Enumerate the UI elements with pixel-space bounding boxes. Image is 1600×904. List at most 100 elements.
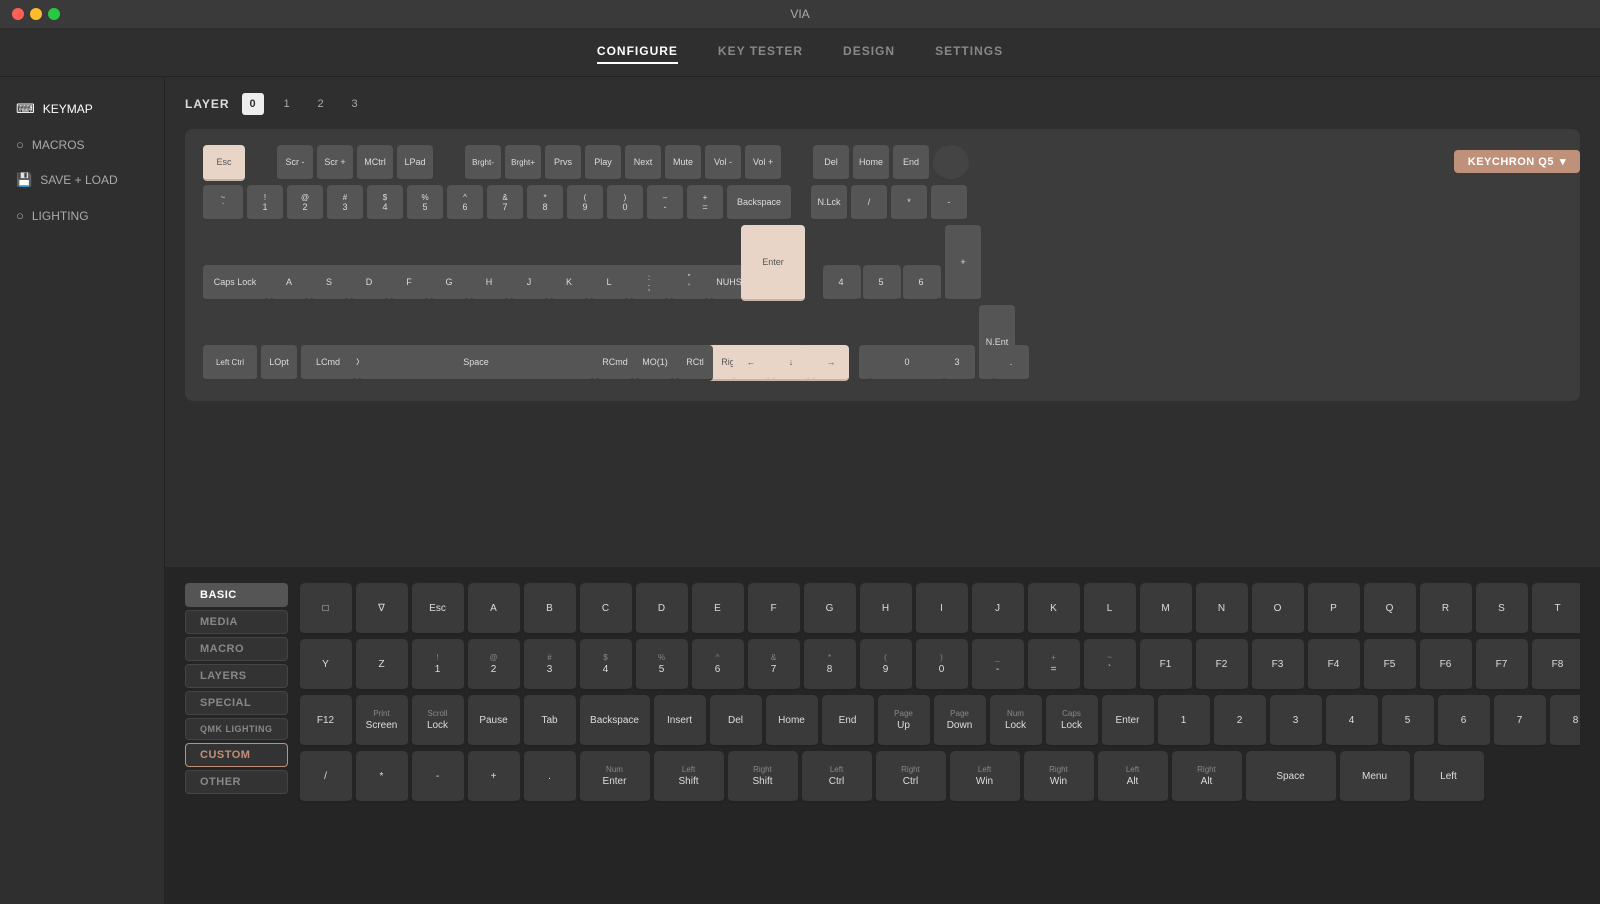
picker-key-underscore-minus[interactable]: _- bbox=[972, 639, 1024, 691]
cat-qmk-lighting[interactable]: QMK LIGHTING bbox=[185, 718, 288, 740]
key-rcmd[interactable]: RCmd bbox=[597, 345, 633, 381]
key-h[interactable]: H bbox=[471, 265, 507, 301]
layer-3[interactable]: 3 bbox=[344, 93, 366, 115]
picker-key-f12[interactable]: F12 bbox=[300, 695, 352, 747]
layer-1[interactable]: 1 bbox=[276, 93, 298, 115]
picker-key-f8[interactable]: F8 bbox=[1532, 639, 1581, 691]
picker-key-n[interactable]: N bbox=[1196, 583, 1248, 635]
key-lopt[interactable]: LOpt bbox=[261, 345, 297, 381]
layer-2[interactable]: 2 bbox=[310, 93, 332, 115]
key-brght-plus[interactable]: Brght+ bbox=[505, 145, 541, 181]
key-4[interactable]: $4 bbox=[367, 185, 403, 221]
tab-settings[interactable]: SETTINGS bbox=[935, 40, 1003, 64]
picker-key-num-4[interactable]: 4 bbox=[1326, 695, 1378, 747]
picker-key-num-6[interactable]: 6 bbox=[1438, 695, 1490, 747]
key-0[interactable]: )0 bbox=[607, 185, 643, 221]
key-d[interactable]: D bbox=[351, 265, 387, 301]
key-8[interactable]: *8 bbox=[527, 185, 563, 221]
key-scr-plus[interactable]: Scr + bbox=[317, 145, 353, 181]
picker-key-f4[interactable]: F4 bbox=[1308, 639, 1360, 691]
key-home-fn[interactable]: Home bbox=[853, 145, 889, 181]
key-equals[interactable]: += bbox=[687, 185, 723, 221]
picker-key-num-8[interactable]: 8 bbox=[1550, 695, 1581, 747]
picker-key-excl-1[interactable]: !1 bbox=[412, 639, 464, 691]
picker-key-left-ctrl[interactable]: LeftCtrl bbox=[802, 751, 872, 803]
picker-key-f5[interactable]: F5 bbox=[1364, 639, 1416, 691]
picker-key-star-8[interactable]: *8 bbox=[804, 639, 856, 691]
key-1[interactable]: !1 bbox=[247, 185, 283, 221]
key-esc[interactable]: Esc bbox=[203, 145, 245, 181]
picker-key-right-alt[interactable]: RightAlt bbox=[1172, 751, 1242, 803]
minimize-button[interactable] bbox=[30, 8, 42, 20]
key-num-dot[interactable]: . bbox=[993, 345, 1029, 381]
tab-configure[interactable]: CONFIGURE bbox=[597, 40, 678, 64]
picker-key-m[interactable]: M bbox=[1140, 583, 1192, 635]
picker-key-num-minus[interactable]: - bbox=[412, 751, 464, 803]
key-capslock[interactable]: Caps Lock bbox=[203, 265, 267, 301]
picker-key-print-screen[interactable]: PrintScreen bbox=[356, 695, 408, 747]
sidebar-item-save-load[interactable]: 💾 SAVE + LOAD bbox=[0, 164, 164, 196]
picker-key-b[interactable]: B bbox=[524, 583, 576, 635]
key-backspace[interactable]: Backspace bbox=[727, 185, 791, 221]
picker-key-page-up[interactable]: PageUp bbox=[878, 695, 930, 747]
key-3[interactable]: #3 bbox=[327, 185, 363, 221]
picker-key-t[interactable]: T bbox=[1532, 583, 1581, 635]
close-button[interactable] bbox=[12, 8, 24, 20]
picker-key-tilde-backtick[interactable]: ~` bbox=[1084, 639, 1136, 691]
cat-basic[interactable]: BASIC bbox=[185, 583, 288, 607]
picker-key-f6[interactable]: F6 bbox=[1420, 639, 1472, 691]
tab-design[interactable]: DESIGN bbox=[843, 40, 895, 64]
picker-key-caret-6[interactable]: ^6 bbox=[692, 639, 744, 691]
picker-key-right-ctrl[interactable]: RightCtrl bbox=[876, 751, 946, 803]
picker-key-j[interactable]: J bbox=[972, 583, 1024, 635]
key-6[interactable]: ^6 bbox=[447, 185, 483, 221]
key-mute[interactable]: Mute bbox=[665, 145, 701, 181]
key-l[interactable]: L bbox=[591, 265, 627, 301]
key-next[interactable]: Next bbox=[625, 145, 661, 181]
key-num-0[interactable]: 0 bbox=[869, 345, 945, 381]
picker-key-num-1[interactable]: 1 bbox=[1158, 695, 1210, 747]
layer-0[interactable]: 0 bbox=[242, 93, 264, 115]
picker-key-l[interactable]: L bbox=[1084, 583, 1136, 635]
key-tilde[interactable]: ~` bbox=[203, 185, 243, 221]
picker-key-f[interactable]: F bbox=[748, 583, 800, 635]
picker-key-backspace[interactable]: Backspace bbox=[580, 695, 650, 747]
picker-key-num-3[interactable]: 3 bbox=[1270, 695, 1322, 747]
picker-key-caps-lock[interactable]: CapsLock bbox=[1046, 695, 1098, 747]
key-num-4[interactable]: 4 bbox=[823, 265, 859, 301]
picker-key-num-slash[interactable]: / bbox=[300, 751, 352, 803]
picker-key-num-2[interactable]: 2 bbox=[1214, 695, 1266, 747]
maximize-button[interactable] bbox=[48, 8, 60, 20]
key-prvs[interactable]: Prvs bbox=[545, 145, 581, 181]
picker-key-del[interactable]: Del bbox=[710, 695, 762, 747]
cat-custom[interactable]: CUSTOM bbox=[185, 743, 288, 767]
picker-key-end[interactable]: End bbox=[822, 695, 874, 747]
key-7[interactable]: &7 bbox=[487, 185, 523, 221]
picker-key-num-7[interactable]: 7 bbox=[1494, 695, 1546, 747]
key-rctl[interactable]: RCtl bbox=[677, 345, 713, 381]
picker-key-k[interactable]: K bbox=[1028, 583, 1080, 635]
picker-key-left-alt[interactable]: LeftAlt bbox=[1098, 751, 1168, 803]
picker-key-y[interactable]: Y bbox=[300, 639, 352, 691]
key-quote[interactable]: "' bbox=[671, 265, 707, 301]
picker-key-pause[interactable]: Pause bbox=[468, 695, 520, 747]
picker-key-at-2[interactable]: @2 bbox=[468, 639, 520, 691]
picker-key-q[interactable]: Q bbox=[1364, 583, 1416, 635]
key-play[interactable]: Play bbox=[585, 145, 621, 181]
picker-key-left-win[interactable]: LeftWin bbox=[950, 751, 1020, 803]
picker-key-menu[interactable]: Menu bbox=[1340, 751, 1410, 803]
key-a[interactable]: A bbox=[271, 265, 307, 301]
picker-key-r[interactable]: R bbox=[1420, 583, 1472, 635]
key-enter[interactable]: Enter bbox=[741, 225, 805, 301]
picker-key-dollar-4[interactable]: $4 bbox=[580, 639, 632, 691]
picker-key-num-lock[interactable]: NumLock bbox=[990, 695, 1042, 747]
key-5[interactable]: %5 bbox=[407, 185, 443, 221]
key-s[interactable]: S bbox=[311, 265, 347, 301]
key-num-plus[interactable]: + bbox=[945, 225, 981, 301]
picker-key-num-star[interactable]: * bbox=[356, 751, 408, 803]
picker-key-empty[interactable]: □ bbox=[300, 583, 352, 635]
picker-key-trns[interactable]: ∇ bbox=[356, 583, 408, 635]
picker-key-space[interactable]: Space bbox=[1246, 751, 1336, 803]
sidebar-item-keymap[interactable]: ⌨ KEYMAP bbox=[0, 93, 164, 125]
key-brght-minus[interactable]: Brght- bbox=[465, 145, 501, 181]
